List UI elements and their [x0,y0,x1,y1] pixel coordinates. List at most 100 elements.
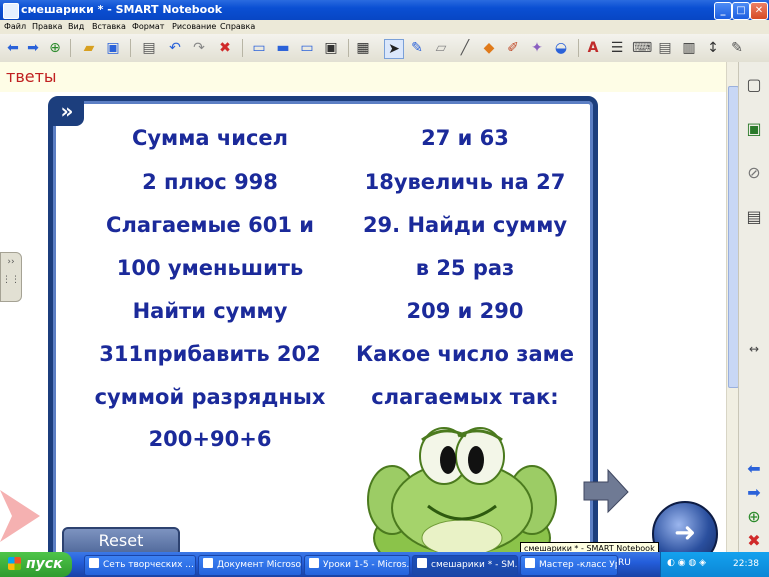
toolbar: ⬅ ➡ ⊕ ▰ ▣ ▤ ↶ ↷ ✖ ▭ ▬ ▭ ▣ ▦ ➤ ✎ ▱ ╱ ◆ ✐ … [0,34,769,63]
side-add-page-icon[interactable]: ⊕ [743,506,765,528]
redo-icon[interactable]: ↷ [190,39,208,57]
right-row: 18увеличь на 27 [364,170,566,194]
toolbar-separator [578,39,579,57]
taskbar-item-active[interactable]: смешарики * - SM... [412,555,518,576]
taskbar-item-label: смешарики * - SM... [431,560,518,570]
side-forward-icon[interactable]: ➡ [743,482,765,504]
taskbar-item[interactable]: Сеть творческих ... [84,555,196,576]
delete-icon[interactable]: ✖ [216,39,234,57]
start-label: пуск [26,556,63,572]
right-row: Какое число заме [355,342,575,366]
title-bar: смешарики * - SMART Notebook _ □ ✕ [0,0,769,20]
system-tray: ◐ ◉ ◍ ◈ 22:38 [660,552,769,577]
grey-arrow-icon [583,468,629,514]
tray-icons[interactable]: ◐ ◉ ◍ ◈ [667,558,706,568]
screen-shade-icon[interactable]: ▭ [250,39,268,57]
shapes-icon[interactable]: ◆ [480,39,498,57]
left-row: 200+90+6 [148,427,272,451]
table-icon[interactable]: ▦ [354,39,372,57]
taskbar-item[interactable]: Уроки 1-5 - Micros... [304,555,410,576]
frog-illustration [367,427,557,552]
right-row: 209 и 290 [406,299,524,323]
text-format-icon[interactable]: ☰ [608,39,626,57]
menu-edit[interactable]: Правка [32,22,62,31]
toolbar-separator [348,39,349,57]
taskbar-item[interactable]: Документ Microsof... [198,555,302,576]
red-arrow-icon [0,490,40,542]
taskbar-item[interactable]: Мастер -класс Ура... [520,555,618,576]
clock: 22:38 [733,559,759,569]
magic-pen-icon[interactable]: ✦ [528,39,546,57]
side-delete-icon[interactable]: ✖ [743,530,765,552]
film-icon[interactable]: ▥ [680,39,698,57]
language-indicator[interactable]: RU [618,558,631,568]
add-page-icon[interactable]: ⊕ [46,39,64,57]
side-back-icon[interactable]: ⬅ [743,458,765,480]
menu-view[interactable]: Вид [68,22,84,31]
window-title: смешарики * - SMART Notebook [21,3,223,16]
left-row: Слагаемые 601 и [106,213,314,237]
fill-icon[interactable]: ◒ [552,39,570,57]
close-button[interactable]: ✕ [750,2,768,20]
select-pointer-icon[interactable]: ➤ [384,39,404,59]
text-icon[interactable]: A [584,39,602,57]
left-row: Сумма чисел [131,126,289,150]
taskbar-item-label: Сеть творческих ... [103,560,194,570]
move-toolbar-icon[interactable]: ↕ [704,39,722,57]
open-folder-icon[interactable]: ▰ [80,39,98,57]
browser-icon [525,558,535,568]
menu-draw[interactable]: Рисование [172,22,216,31]
menu-bar: Файл Правка Вид Вставка Формат Рисование… [0,20,769,34]
menu-help[interactable]: Справка [220,22,255,31]
word-icon [309,558,319,568]
pen-settings-icon[interactable]: ✎ [728,39,746,57]
toolbar-separator [130,39,131,57]
left-row: Найти сумму [132,299,288,323]
properties-tab-icon[interactable]: ▤ [743,206,765,228]
save-icon[interactable]: ▣ [104,39,122,57]
right-row: слагаемых так: [371,385,559,409]
taskbar-item-label: Мастер -класс Ура... [539,560,617,570]
minimize-button[interactable]: _ [714,2,732,20]
display-icon[interactable]: ▭ [298,39,316,57]
side-tabs: ▢ ▣ ⊘ ▤ ↔ ⬅ ➡ ⊕ ✖ [738,62,769,552]
right-row: 29. Найди сумму [362,213,568,237]
app-icon [3,3,19,19]
double-chevron-icon[interactable]: » [50,98,84,126]
word-icon [203,558,213,568]
left-row: суммой разрядных [94,385,326,409]
pen-icon[interactable]: ✎ [408,39,426,57]
windows-flag-icon [8,557,21,570]
right-row: 27 и 63 [421,126,509,150]
browser-icon [89,558,99,568]
resize-icon[interactable]: ↔ [743,338,765,360]
toolbar-separator [242,39,243,57]
menu-insert[interactable]: Вставка [92,22,126,31]
notebook-icon [417,558,427,568]
properties-icon[interactable]: ▤ [656,39,674,57]
creative-pen-icon[interactable]: ✐ [504,39,522,57]
paste-icon[interactable]: ▤ [140,39,158,57]
menu-file[interactable]: Файл [4,22,26,31]
forward-icon[interactable]: ➡ [24,39,42,57]
page-title: тветы [6,67,57,86]
line-icon[interactable]: ╱ [456,39,474,57]
left-row: 100 уменьшить [116,256,304,280]
capture-icon[interactable]: ▣ [322,39,340,57]
full-screen-icon[interactable]: ▬ [274,39,292,57]
left-row: 2 плюс 998 [142,170,278,194]
left-row: 311прибавить 202 [99,342,321,366]
side-panel-handle[interactable]: ›› ⋮⋮ [0,252,22,302]
undo-icon[interactable]: ↶ [166,39,184,57]
maximize-button[interactable]: □ [732,2,750,20]
page-title-bar: тветы [0,62,738,93]
attachments-icon[interactable]: ⊘ [743,162,765,184]
back-icon[interactable]: ⬅ [4,39,22,57]
menu-format[interactable]: Формат [132,22,164,31]
gallery-icon[interactable]: ▣ [743,118,765,140]
eraser-icon[interactable]: ▱ [432,39,450,57]
start-button[interactable]: пуск [0,552,72,577]
taskbar-item-label: Документ Microsof... [217,560,302,570]
keyboard-icon[interactable]: ⌨ [632,39,652,57]
page-sorter-icon[interactable]: ▢ [743,74,765,96]
